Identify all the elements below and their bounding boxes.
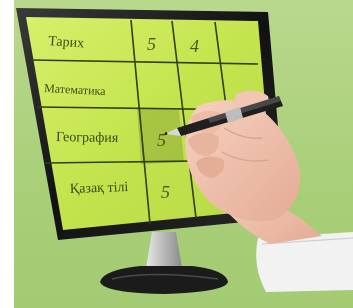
monitor-stand-base (100, 266, 228, 294)
grade-r3-c0: 5 (161, 182, 170, 202)
grade-r0-c0: 5 (147, 34, 156, 54)
grade-r2-c0: 5 (157, 130, 166, 150)
subject-label-2: География (56, 130, 119, 146)
monitor-stand-neck (146, 232, 182, 268)
grade-r0-c1: 4 (190, 36, 199, 56)
monitor-illustration: Тарих Математика География Қазақ тілі 5 … (16, 8, 353, 294)
subject-label-0: Тарих (48, 34, 85, 51)
subject-label-3: Қазақ тілі (70, 180, 129, 197)
